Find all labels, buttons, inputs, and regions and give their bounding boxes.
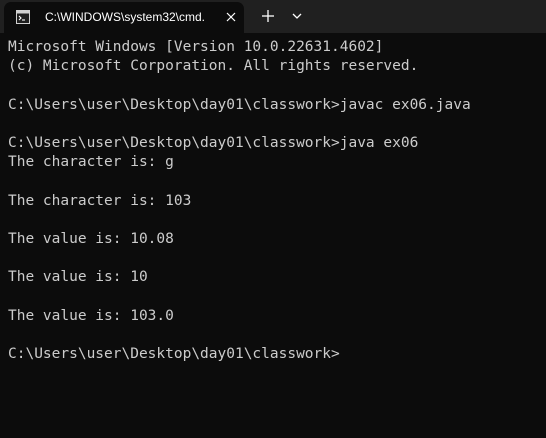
console-line: The character is: 103	[8, 192, 192, 209]
console-line: C:\Users\user\Desktop\day01\classwork>ja…	[8, 96, 471, 113]
console-line: The character is: g	[8, 154, 174, 171]
console-line: Microsoft Windows [Version 10.0.22631.46…	[8, 39, 384, 55]
chevron-down-icon[interactable]	[291, 11, 303, 21]
console-line: The value is: 10	[8, 269, 148, 286]
new-tab-plus-icon[interactable]	[260, 8, 276, 24]
tab-cmd[interactable]: C:\WINDOWS\system32\cmd.	[4, 2, 244, 33]
close-icon[interactable]	[224, 10, 238, 24]
cmd-icon	[16, 10, 30, 24]
console-line: (c) Microsoft Corporation. All rights re…	[8, 58, 419, 75]
terminal-window: C:\WINDOWS\system32\cmd. Microsoft Windo…	[0, 0, 546, 438]
console-line: C:\Users\user\Desktop\day01\classwork>ja…	[8, 134, 419, 151]
console-prompt: C:\Users\user\Desktop\day01\classwork>	[8, 346, 340, 362]
console-line: The value is: 103.0	[8, 307, 174, 324]
tab-title: C:\WINDOWS\system32\cmd.	[45, 10, 206, 24]
console-line: The value is: 10.08	[8, 230, 174, 247]
console-output[interactable]: Microsoft Windows [Version 10.0.22631.46…	[8, 38, 540, 364]
title-bar: C:\WINDOWS\system32\cmd.	[0, 0, 546, 33]
